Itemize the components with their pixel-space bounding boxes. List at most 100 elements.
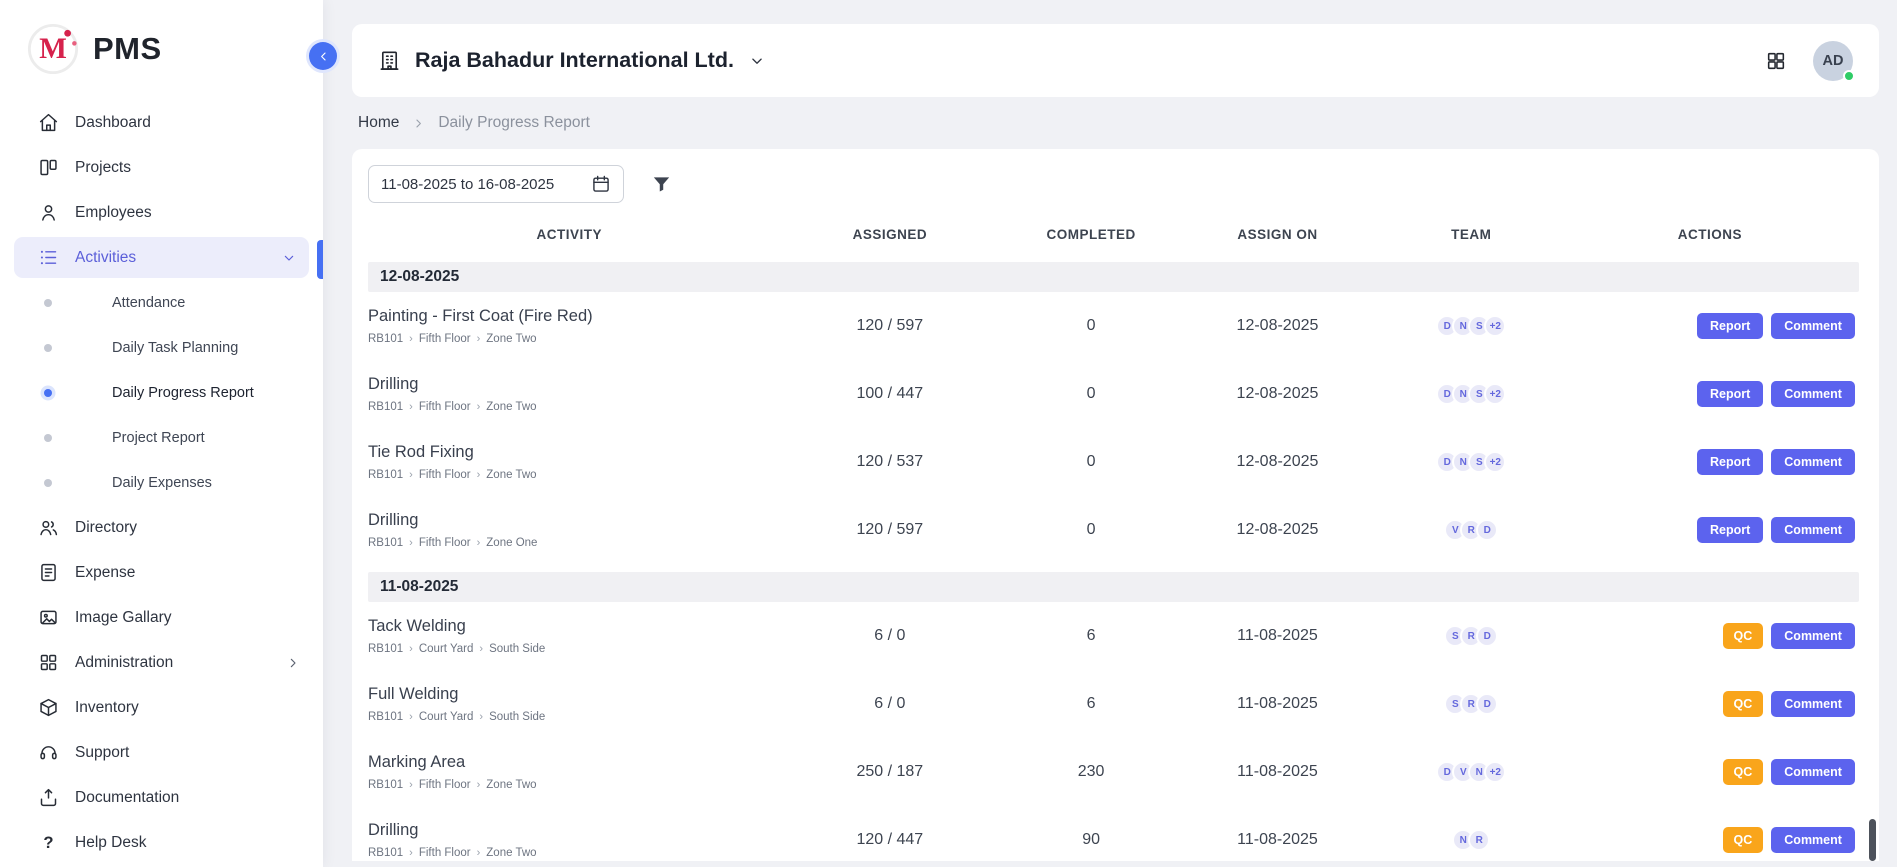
bullet-icon bbox=[44, 479, 52, 487]
svg-text:M: M bbox=[39, 33, 67, 65]
comment-button[interactable]: Comment bbox=[1771, 827, 1855, 853]
path-part: Fifth Floor bbox=[419, 779, 471, 791]
column-header-assigned: ASSIGNED bbox=[771, 227, 1010, 242]
comment-button[interactable]: Comment bbox=[1771, 759, 1855, 785]
sidebar-subitem-daily-expenses[interactable]: Daily Expenses bbox=[0, 460, 323, 505]
path-separator: › bbox=[479, 711, 483, 723]
sidebar-item-label: Help Desk bbox=[75, 834, 147, 852]
sidebar-subitem-label: Daily Progress Report bbox=[112, 385, 254, 401]
report-button[interactable]: Report bbox=[1697, 313, 1763, 339]
team-avatars: DNS+2 bbox=[1382, 315, 1561, 337]
comment-button[interactable]: Comment bbox=[1771, 313, 1855, 339]
sidebar-subitem-project-report[interactable]: Project Report bbox=[0, 415, 323, 460]
app-logo: M PMS bbox=[0, 0, 323, 80]
sidebar-item-help-desk[interactable]: ? Help Desk bbox=[0, 820, 323, 865]
filter-icon bbox=[650, 173, 673, 196]
sidebar-collapse-button[interactable] bbox=[309, 42, 337, 70]
path-part: Zone Two bbox=[486, 469, 536, 481]
filter-button[interactable] bbox=[650, 173, 673, 196]
user-avatar[interactable]: AD bbox=[1813, 41, 1853, 81]
sidebar-item-projects[interactable]: Projects bbox=[0, 145, 323, 190]
comment-button[interactable]: Comment bbox=[1771, 517, 1855, 543]
column-header-completed: COMPLETED bbox=[1009, 227, 1173, 242]
team-avatar: D bbox=[1476, 625, 1498, 647]
sidebar-subitem-label: Project Report bbox=[112, 430, 205, 446]
sidebar-item-activities[interactable]: Activities bbox=[0, 237, 323, 278]
team-avatars: DVN+2 bbox=[1382, 761, 1561, 783]
sidebar-item-label: Activities bbox=[75, 249, 136, 267]
inventory-icon bbox=[38, 697, 59, 718]
expense-icon bbox=[38, 562, 59, 583]
report-button[interactable]: Report bbox=[1697, 381, 1763, 407]
activity-title: Drilling bbox=[368, 821, 418, 840]
sidebar-nav: DashboardProjects Employees Activities Atte… bbox=[0, 100, 323, 865]
sidebar-item-employees[interactable]: Employees bbox=[0, 190, 323, 235]
breadcrumb-home[interactable]: Home bbox=[358, 114, 399, 132]
sidebar: M PMS DashboardProjects Employees Activiti… bbox=[0, 0, 323, 867]
sidebar-item-expense[interactable]: Expense bbox=[0, 550, 323, 595]
sidebar-subitem-attendance[interactable]: Attendance bbox=[0, 280, 323, 325]
team-avatar: +2 bbox=[1484, 383, 1506, 405]
assigned-value: 120 / 447 bbox=[771, 831, 1010, 849]
team-avatars: DNS+2 bbox=[1382, 451, 1561, 473]
report-button[interactable]: Report bbox=[1697, 517, 1763, 543]
chevron-right-icon bbox=[411, 116, 426, 131]
date-range-input[interactable]: 11-08-2025 to 16-08-2025 bbox=[368, 165, 624, 203]
path-separator: › bbox=[409, 643, 413, 655]
sidebar-item-documentation[interactable]: Documentation bbox=[0, 775, 323, 820]
comment-button[interactable]: Comment bbox=[1771, 381, 1855, 407]
path-part: RB101 bbox=[368, 537, 403, 549]
path-part: South Side bbox=[489, 711, 545, 723]
qc-button[interactable]: QC bbox=[1723, 759, 1764, 785]
assign-on-value: 12-08-2025 bbox=[1173, 521, 1382, 539]
report-button[interactable]: Report bbox=[1697, 449, 1763, 475]
sidebar-item-label: Inventory bbox=[75, 699, 139, 717]
bullet-icon bbox=[44, 389, 52, 397]
team-avatar: D bbox=[1476, 693, 1498, 715]
activity-title: Drilling bbox=[368, 375, 418, 394]
administration-icon bbox=[38, 652, 59, 673]
assign-on-value: 11-08-2025 bbox=[1173, 695, 1382, 713]
sidebar-subitem-daily-progress-report[interactable]: Daily Progress Report bbox=[0, 370, 323, 415]
path-separator: › bbox=[409, 469, 413, 481]
path-part: Fifth Floor bbox=[419, 333, 471, 345]
sidebar-item-label: Administration bbox=[75, 654, 173, 672]
qc-button[interactable]: QC bbox=[1723, 827, 1764, 853]
sidebar-item-label: Image Gallary bbox=[75, 609, 171, 627]
sidebar-subitem-daily-task-planning[interactable]: Daily Task Planning bbox=[0, 325, 323, 370]
assign-on-value: 11-08-2025 bbox=[1173, 763, 1382, 781]
apps-grid-icon[interactable] bbox=[1765, 50, 1787, 72]
row-actions: Report Comment bbox=[1561, 517, 1859, 543]
sidebar-item-support[interactable]: Support bbox=[0, 730, 323, 775]
company-selector[interactable]: Raja Bahadur International Ltd. bbox=[378, 48, 766, 73]
sidebar-item-label: Employees bbox=[75, 204, 152, 222]
assigned-value: 120 / 597 bbox=[771, 317, 1010, 335]
support-icon bbox=[38, 742, 59, 763]
activity-title: Tie Rod Fixing bbox=[368, 443, 474, 462]
sidebar-item-dashboard[interactable]: Dashboard bbox=[0, 100, 323, 145]
sidebar-item-label: Expense bbox=[75, 564, 135, 582]
qc-button[interactable]: QC bbox=[1723, 623, 1764, 649]
path-separator: › bbox=[479, 643, 483, 655]
active-indicator bbox=[317, 240, 323, 279]
comment-button[interactable]: Comment bbox=[1771, 449, 1855, 475]
sidebar-item-directory[interactable]: Directory bbox=[0, 505, 323, 550]
svg-text:?: ? bbox=[43, 833, 53, 852]
chevron-right-icon bbox=[285, 655, 301, 671]
bullet-icon bbox=[44, 299, 52, 307]
row-actions: Report Comment bbox=[1561, 313, 1859, 339]
qc-button[interactable]: QC bbox=[1723, 691, 1764, 717]
top-header: Raja Bahadur International Ltd. AD bbox=[352, 24, 1879, 97]
table-toolbar: 11-08-2025 to 16-08-2025 bbox=[368, 165, 1859, 203]
scrollbar-thumb[interactable] bbox=[1869, 819, 1876, 861]
comment-button[interactable]: Comment bbox=[1771, 691, 1855, 717]
avatar-initials: AD bbox=[1823, 53, 1844, 69]
path-part: RB101 bbox=[368, 401, 403, 413]
sidebar-item-administration[interactable]: Administration bbox=[0, 640, 323, 685]
sidebar-item-image-gallary[interactable]: Image Gallary bbox=[0, 595, 323, 640]
path-separator: › bbox=[477, 779, 481, 791]
sidebar-item-inventory[interactable]: Inventory bbox=[0, 685, 323, 730]
activity-title: Drilling bbox=[368, 511, 418, 530]
column-header-actions: ACTIONS bbox=[1561, 227, 1859, 242]
comment-button[interactable]: Comment bbox=[1771, 623, 1855, 649]
